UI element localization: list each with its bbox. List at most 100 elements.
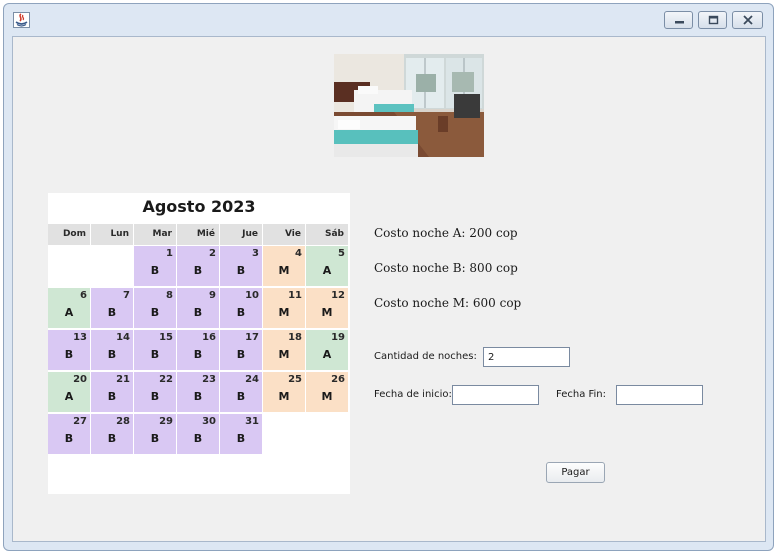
title-bar[interactable] [4,4,773,36]
calendar-day-number: 22 [159,374,173,385]
calendar-day-number: 13 [73,332,87,343]
calendar-day-number: 2 [209,248,216,259]
calendar-day-cell: 6A [48,288,90,328]
weekday-label: Vie [263,224,305,245]
price-night-m: Costo noche M: 600 cop [374,296,522,310]
calendar-day-cell: 3B [220,246,262,286]
calendar-day-cell: 16 B [177,330,219,370]
calendar-day-cell: 21 B [91,372,133,412]
java-app-icon [13,12,30,28]
calendar-day-rate-code: B [236,264,246,277]
calendar-day-rate-code: B [150,348,160,361]
weekday-label: Jue [220,224,262,245]
calendar-day-number: 30 [202,416,216,427]
calendar-day-cell: 10 B [220,288,262,328]
calendar-day-rate-code: B [236,432,246,445]
calendar-day-number: 29 [159,416,173,427]
weekday-label: Dom [48,224,90,245]
calendar-day-cell: 25 M [263,372,305,412]
calendar-day-cell: 27 B [48,414,90,454]
pay-button[interactable]: Pagar [546,462,605,483]
calendar-day-number: 9 [209,290,216,301]
calendar-day-number: 3 [252,248,259,259]
calendar-day-number: 17 [245,332,259,343]
calendar-day-rate-code: B [193,348,203,361]
calendar-day-number: 1 [166,248,173,259]
calendar-day-number: 31 [245,416,259,427]
maximize-icon [708,15,719,25]
calendar-day-rate-code: B [236,348,246,361]
calendar-day-cell: 8B [134,288,176,328]
close-icon [743,15,753,25]
calendar-day-number: 4 [295,248,302,259]
calendar-day-cell: 15 B [134,330,176,370]
calendar-day-number: 11 [288,290,302,301]
calendar-day-rate-code: B [64,432,74,445]
calendar-day-cell: 4M [263,246,305,286]
calendar-day-number: 5 [338,248,345,259]
weekday-label: Lun [91,224,133,245]
calendar-day-rate-code: B [107,432,117,445]
calendar-day-number: 25 [288,374,302,385]
calendar-day-cell: 12 M [306,288,348,328]
calendar-day-cell: 17 B [220,330,262,370]
calendar-day-rate-code: B [193,264,203,277]
calendar-day-number: 6 [80,290,87,301]
calendar-day-rate-code: M [278,348,290,361]
calendar-day-cell: 22 B [134,372,176,412]
calendar-day-number: 20 [73,374,87,385]
start-date-input[interactable] [452,385,539,405]
calendar-day-cell: 7B [91,288,133,328]
calendar-day-cell: 31 B [220,414,262,454]
calendar-day-cell: 2B [177,246,219,286]
calendar-day-cell: 29 B [134,414,176,454]
calendar-day-cell: 30 B [177,414,219,454]
calendar-day-rate-code: B [107,348,117,361]
calendar-day-rate-code: M [321,306,333,319]
calendar-day-rate-code: B [150,390,160,403]
weekday-label: Mié [177,224,219,245]
calendar-day-rate-code: B [236,306,246,319]
calendar-day-rate-code: B [150,306,160,319]
calendar-day-number: 21 [116,374,130,385]
calendar-day-number: 23 [202,374,216,385]
start-date-label: Fecha de inicio: [374,389,452,400]
calendar-day-cell: 20 A [48,372,90,412]
weekday-label: Mar [134,224,176,245]
hotel-room-photo [334,54,484,157]
end-date-input[interactable] [616,385,703,405]
calendar-day-number: 7 [123,290,130,301]
calendar-day-rate-code: M [321,390,333,403]
calendar-day-cell: 26 M [306,372,348,412]
nights-input[interactable] [483,347,570,367]
calendar-day-number: 12 [331,290,345,301]
calendar-day-rate-code: A [64,390,74,403]
weekday-label: Sáb [306,224,348,245]
minimize-button[interactable] [664,11,693,29]
calendar-day-number: 10 [245,290,259,301]
calendar-day-rate-code: B [107,306,117,319]
price-night-b: Costo noche B: 800 cop [374,261,518,275]
calendar-day-rate-code: M [278,264,290,277]
calendar-day-cell: 19 A [306,330,348,370]
calendar-day-number: 24 [245,374,259,385]
calendar-day-number: 18 [288,332,302,343]
calendar-day-cell: 24 B [220,372,262,412]
calendar-day-cell: 1B [134,246,176,286]
calendar-day-rate-code: B [150,432,160,445]
close-button[interactable] [732,11,763,29]
app-window: Agosto 2023 Dom Lun Mar Mié Jue Vie Sáb 1B2B3B… [3,3,774,551]
calendar-image: Agosto 2023 Dom Lun Mar Mié Jue Vie Sáb 1B2B3B… [48,193,350,494]
content-panel: Agosto 2023 Dom Lun Mar Mié Jue Vie Sáb 1B2B3B… [12,36,766,542]
calendar-day-rate-code: B [236,390,246,403]
calendar-day-cell: 28 B [91,414,133,454]
maximize-button[interactable] [698,11,727,29]
calendar-day-rate-code: B [193,390,203,403]
calendar-day-cell: 5A [306,246,348,286]
calendar-day-number: 15 [159,332,173,343]
calendar-day-number: 14 [116,332,130,343]
calendar-day-number: 19 [331,332,345,343]
weekday-header: Dom Lun Mar Mié Jue Vie Sáb [48,224,350,245]
calendar-day-number: 26 [331,374,345,385]
calendar-day-number: 27 [73,416,87,427]
